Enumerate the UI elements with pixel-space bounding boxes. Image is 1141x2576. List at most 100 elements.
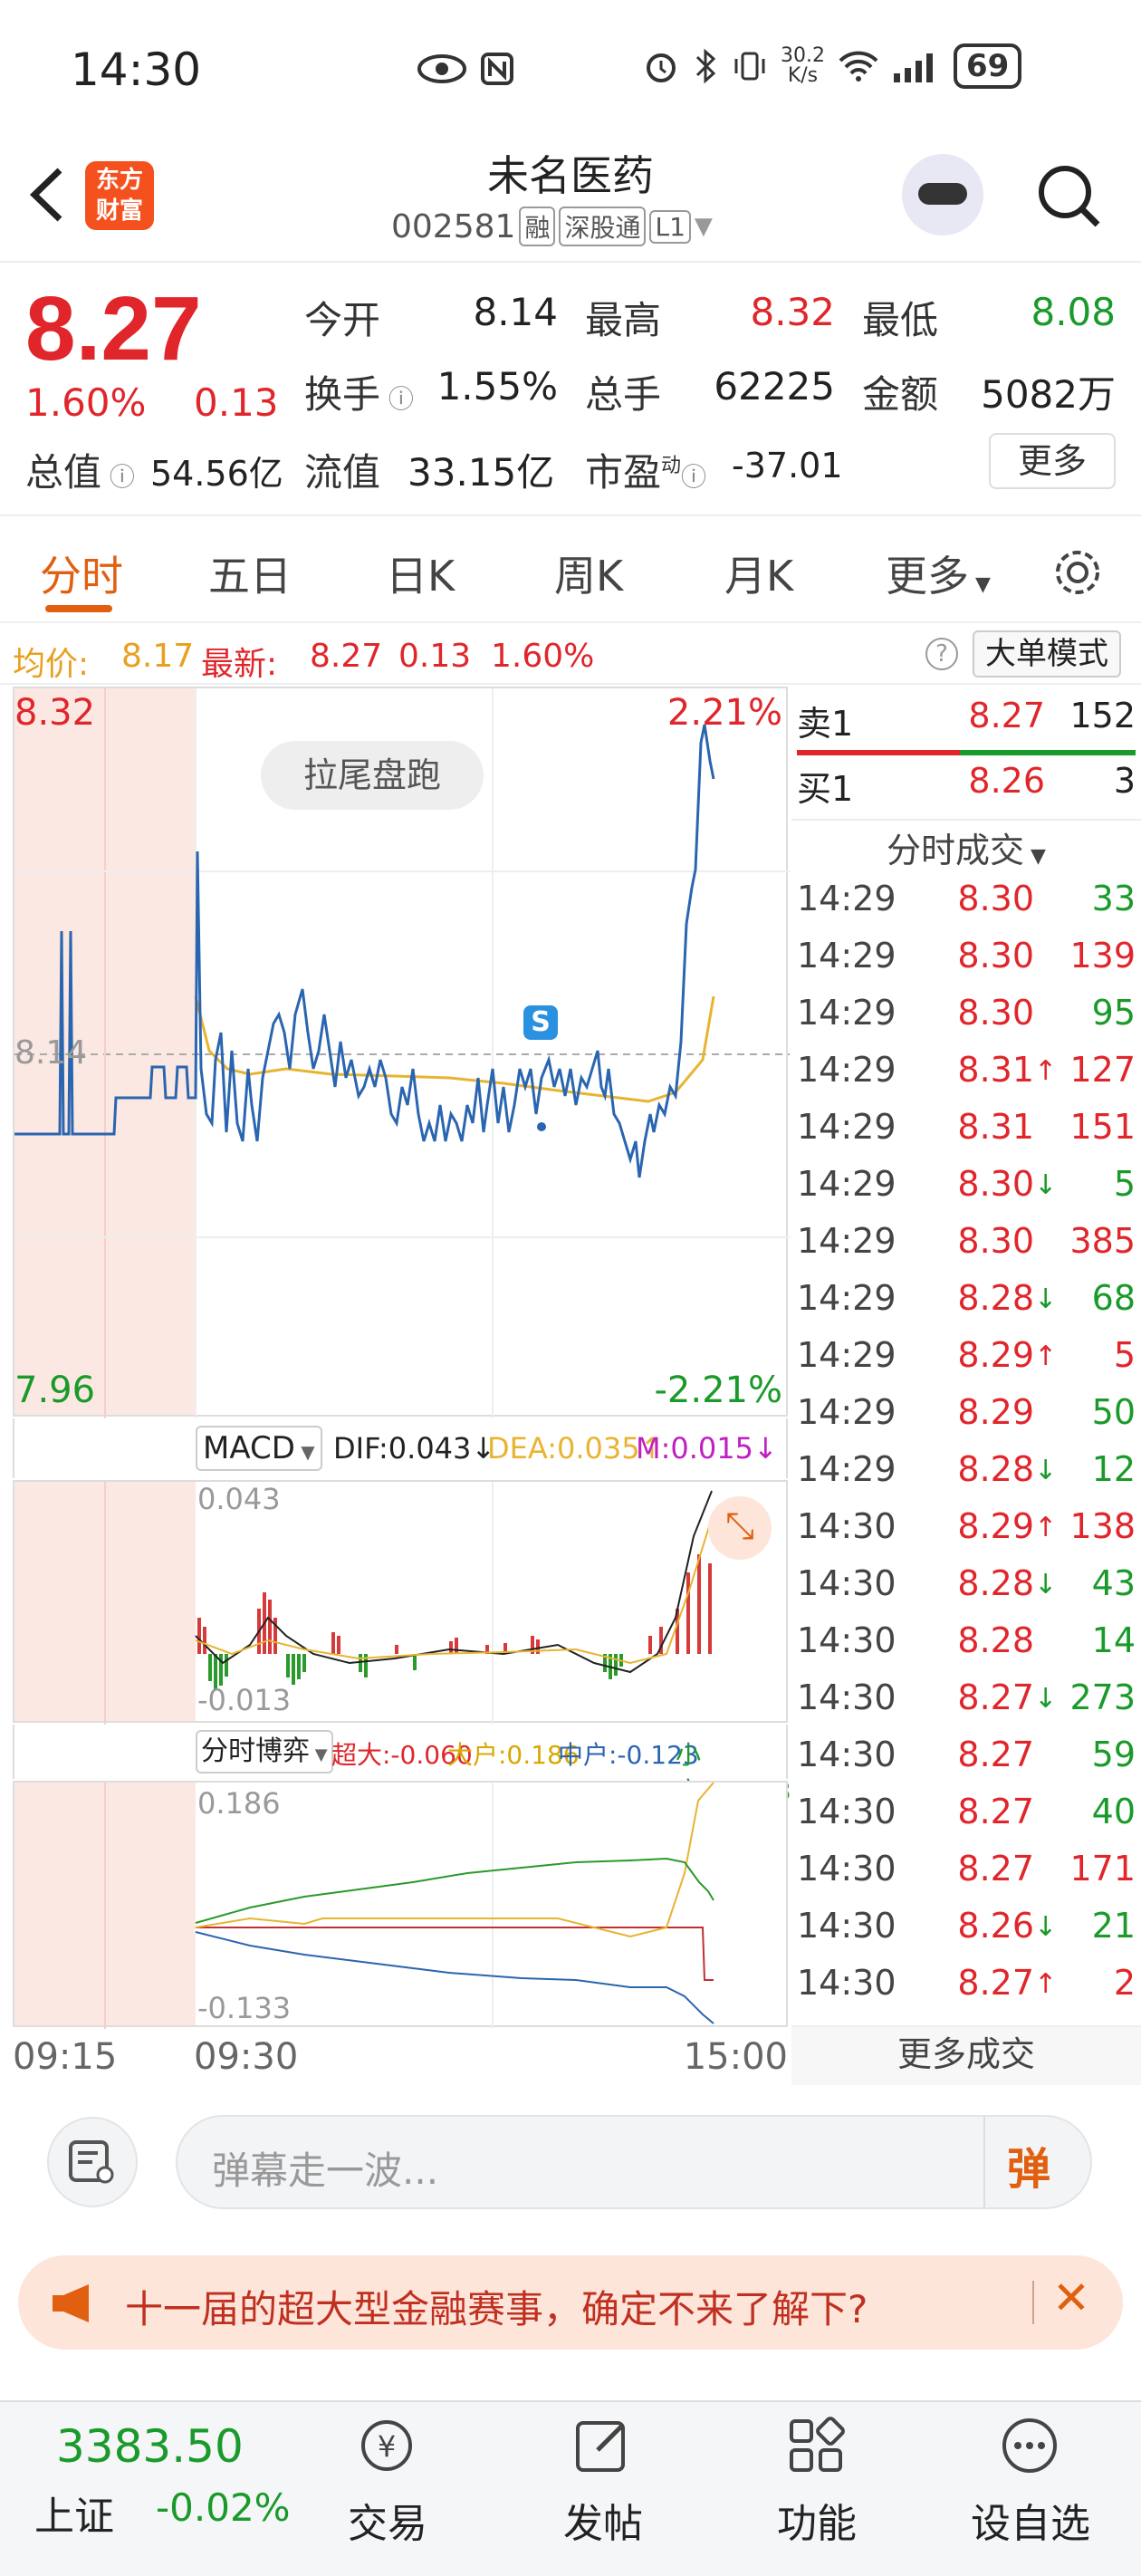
- trade-price: 8.26: [957, 1906, 1034, 1946]
- trades-header[interactable]: 分时成交 ▼: [791, 822, 1141, 872]
- vibrate-icon: [734, 52, 765, 81]
- trade-volume: 14: [1091, 1620, 1136, 1660]
- macd-selector[interactable]: MACD ▼: [196, 1426, 322, 1471]
- tab-five-day[interactable]: 五日: [208, 543, 292, 603]
- trade-volume: 12: [1091, 1449, 1136, 1489]
- info-icon[interactable]: ⓘ: [681, 462, 706, 492]
- trade-direction-icon: ↓: [1034, 1169, 1058, 1201]
- trade-price: 8.27: [957, 1849, 1034, 1889]
- trade-price: 8.27: [957, 1677, 1034, 1717]
- big-order-mode-button[interactable]: 大单模式: [973, 630, 1121, 678]
- trade-volume: 2: [1113, 1963, 1136, 2003]
- trade-row: 14:29 8.28 ↓ 12: [791, 1449, 1141, 1506]
- index-pct[interactable]: -0.02%: [156, 2485, 291, 2530]
- latest-label: 最新:: [201, 646, 278, 683]
- caret-down-icon[interactable]: ▼: [695, 213, 713, 240]
- tag-connect: 深股通: [559, 207, 647, 246]
- info-icon[interactable]: ⓘ: [380, 384, 414, 414]
- trade-row: 14:29 8.30 ↓ 5: [791, 1164, 1141, 1221]
- amount-value: 5082万: [981, 372, 1116, 417]
- tab-more[interactable]: 更多 ▼: [886, 543, 991, 603]
- post-icon[interactable]: [570, 2414, 634, 2477]
- tab-intraday[interactable]: 分时: [40, 543, 123, 603]
- flow-min-label: -0.133: [197, 1991, 292, 2025]
- volume-label: 总手: [585, 372, 662, 417]
- nav-watchlist[interactable]: 设自选: [958, 2491, 1103, 2549]
- macd-dea-line: [195, 1517, 713, 1665]
- float-value: 33.15亿: [408, 450, 555, 495]
- macd-m: M:0.015↓: [636, 1431, 778, 1466]
- trade-row: 14:30 8.27 59: [791, 1735, 1141, 1792]
- avg-label: 均价:: [13, 646, 90, 683]
- functions-icon[interactable]: [784, 2414, 848, 2477]
- latest-change: 0.13: [398, 638, 472, 675]
- buy1-row: 买1 8.26 3: [791, 761, 1141, 818]
- tail-run-pill[interactable]: 拉尾盘跑: [261, 741, 484, 810]
- danmu-input[interactable]: 弹幕走一波... 弹: [176, 2115, 1092, 2209]
- flow-selector[interactable]: 分时博弈 ▼: [196, 1730, 333, 1773]
- info-icon[interactable]: ⓘ: [101, 462, 135, 492]
- turnover-value: 1.55%: [436, 364, 558, 409]
- trade-volume: 273: [1069, 1677, 1136, 1717]
- trade-volume: 138: [1069, 1506, 1136, 1546]
- buy1-label: 买1: [797, 769, 854, 809]
- megaphone-icon: [53, 2284, 89, 2322]
- trade-row: 14:29 8.30 385: [791, 1221, 1141, 1278]
- turnover-label: 换手 ⓘ: [304, 372, 414, 417]
- flow-chart[interactable]: 0.186 -0.133: [13, 1781, 788, 2029]
- signal-marker-icon[interactable]: S: [523, 1005, 558, 1040]
- more-button[interactable]: 更多: [989, 433, 1116, 489]
- nav-trade[interactable]: 交易: [315, 2491, 460, 2549]
- gear-icon[interactable]: [1050, 545, 1105, 600]
- nav-functions[interactable]: 功能: [744, 2491, 889, 2549]
- close-icon[interactable]: ✕: [1052, 2272, 1090, 2324]
- help-icon[interactable]: ?: [925, 638, 958, 670]
- tab-daily-k[interactable]: 日K: [386, 543, 455, 603]
- trade-time: 14:30: [797, 1963, 896, 2003]
- watchlist-icon[interactable]: [998, 2414, 1061, 2477]
- trade-row: 14:30 8.27 171: [791, 1849, 1141, 1906]
- avg-price-bar: 均价: 8.17 最新: 8.27 0.13 1.60% ? 大单模式: [0, 625, 1141, 685]
- time-axis: 09:15 09:30 15:00: [13, 2029, 788, 2083]
- trade-volume: 127: [1069, 1050, 1136, 1090]
- trade-volume: 385: [1069, 1221, 1136, 1261]
- trade-row: 14:29 8.30 139: [791, 936, 1141, 993]
- trade-volume: 59: [1091, 1735, 1136, 1774]
- trade-price: 8.30: [957, 1221, 1034, 1261]
- trade-direction-icon: ↑: [1034, 1055, 1058, 1087]
- promo-banner[interactable]: 十一届的超大型金融赛事，确定不来了解下? ✕: [18, 2255, 1123, 2350]
- stock-code-row: 002581 融 深股通 L1 ▼: [391, 207, 713, 246]
- intraday-chart[interactable]: 8.32 7.96 8.14 2.21% -2.21% 拉尾盘跑 S: [13, 687, 790, 1418]
- time-label-1500: 15:00: [683, 2036, 788, 2078]
- nav-post[interactable]: 发帖: [531, 2491, 676, 2549]
- trade-icon[interactable]: ¥: [355, 2414, 418, 2477]
- danmu-placeholder: 弹幕走一波...: [212, 2148, 439, 2193]
- search-icon[interactable]: [1034, 161, 1103, 230]
- trade-price: 8.31: [957, 1050, 1034, 1090]
- low-pct-label: -2.21%: [654, 1370, 782, 1411]
- tab-weekly-k[interactable]: 周K: [554, 543, 623, 603]
- trade-row: 14:29 8.28 ↓ 68: [791, 1278, 1141, 1335]
- tab-active-indicator: [45, 605, 112, 612]
- trade-row: 14:30 8.29 ↑ 138: [791, 1506, 1141, 1563]
- trade-price: 8.27: [957, 1963, 1034, 2003]
- flow-header: 分时博弈 ▼ 超大:-0.060 大户:0.186 中户:-0.123 小户:-…: [13, 1725, 791, 1806]
- macd-chart[interactable]: 0.043 -0.013 ⤡: [13, 1480, 788, 1725]
- assistant-avatar[interactable]: [902, 154, 983, 235]
- trade-time: 14:29: [797, 993, 896, 1033]
- index-value[interactable]: 3383.50: [56, 2420, 244, 2473]
- tab-monthly-k[interactable]: 月K: [724, 543, 793, 603]
- latest-value: 8.27: [310, 638, 383, 675]
- index-name[interactable]: 上证: [34, 2484, 114, 2542]
- volume-value: 62225: [714, 364, 835, 409]
- danmu-send-button[interactable]: 弹: [1007, 2133, 1050, 2196]
- trade-direction-icon: ↓: [1034, 1683, 1058, 1715]
- expand-icon[interactable]: ⤡: [708, 1496, 772, 1560]
- danmu-settings-button[interactable]: [47, 2117, 138, 2207]
- trade-time: 14:29: [797, 1050, 896, 1090]
- trade-price: 8.30: [957, 879, 1034, 918]
- trade-row: 14:30 8.28 ↓ 43: [791, 1563, 1141, 1620]
- trade-time: 14:29: [797, 1449, 896, 1489]
- more-trades-button[interactable]: 更多成交: [791, 2025, 1141, 2085]
- status-left-icons: [417, 43, 515, 88]
